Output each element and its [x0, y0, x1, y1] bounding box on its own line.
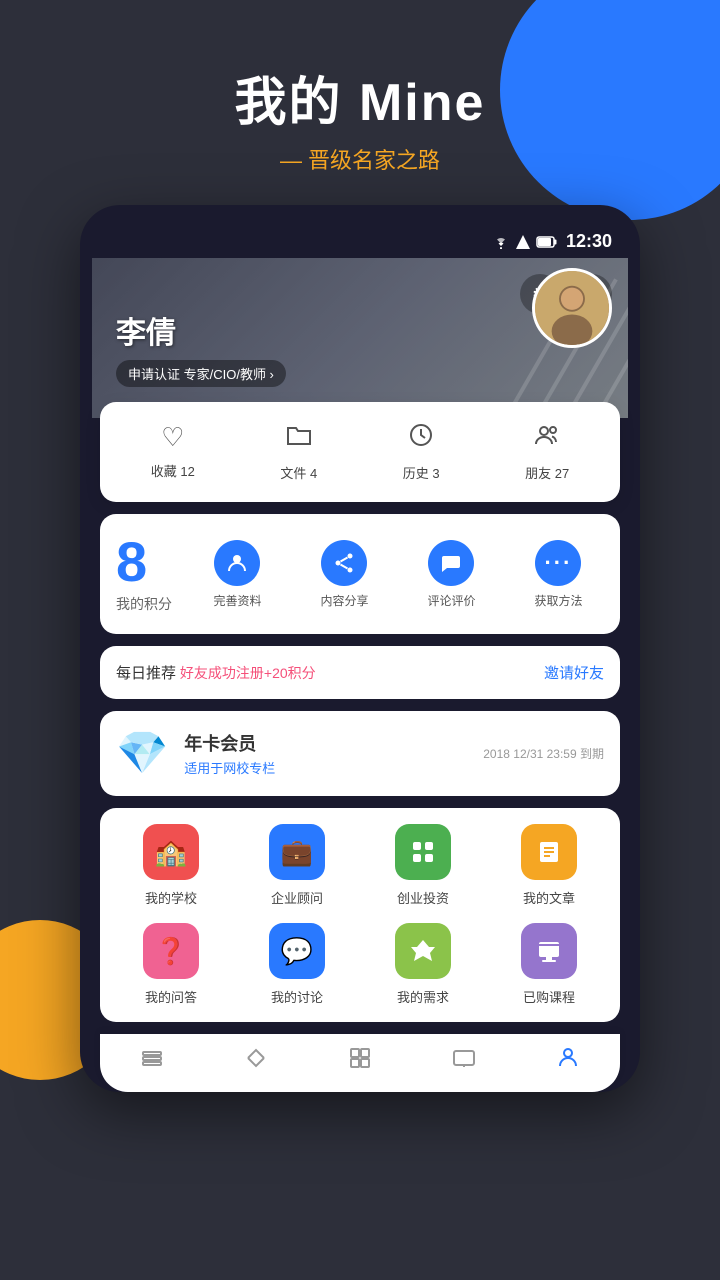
profile-cert-button[interactable]: 申请认证 专家/CIO/教师 › [116, 360, 286, 387]
more-icon: ··· [535, 540, 581, 586]
signal-icon [516, 235, 530, 249]
explore-nav-icon [244, 1046, 268, 1076]
wifi-icon [492, 235, 510, 249]
status-time: 12:30 [566, 231, 612, 252]
membership-expire: 2018 12/31 23:59 到期 [483, 745, 604, 762]
points-card: 8 我的积分 完善资料 [100, 514, 620, 634]
points-row: 8 我的积分 完善资料 [116, 534, 604, 614]
menu-articles[interactable]: 我的文章 [494, 824, 604, 907]
membership-subtitle: 适用于网校专栏 [184, 758, 467, 777]
comment-icon [428, 540, 474, 586]
menu-purchased-courses[interactable]: 已购课程 [494, 923, 604, 1006]
daily-text: 每日推荐 好友成功注册+20积分 [116, 662, 316, 683]
diamond-icon: 💎 [116, 729, 168, 778]
membership-info: 年卡会员 适用于网校专栏 [184, 730, 467, 777]
bottom-navigation [100, 1034, 620, 1092]
stat-friends[interactable]: 朋友 27 [525, 422, 569, 482]
menu-grid: 🏫 我的学校 💼 企业顾问 创业投资 [100, 808, 620, 1022]
stats-card: ♡ 收藏 12 文件 4 历史 3 [100, 402, 620, 502]
action-label-1: 完善资料 [213, 592, 261, 609]
action-complete-profile[interactable]: 完善资料 [213, 540, 261, 609]
menu-label-articles: 我的文章 [523, 888, 575, 907]
stat-history-label: 历史 3 [403, 463, 440, 482]
stat-files[interactable]: 文件 4 [280, 422, 317, 482]
profile-nav-icon [556, 1046, 580, 1076]
clock-icon [408, 422, 434, 455]
qa-icon: ❓ [143, 923, 199, 979]
heart-icon: ♡ [161, 422, 184, 453]
points-label: 我的积分 [116, 594, 172, 614]
membership-card[interactable]: 💎 年卡会员 适用于网校专栏 2018 12/31 23:59 到期 [100, 711, 620, 796]
menu-label-qa: 我的问答 [145, 987, 197, 1006]
stat-favorites[interactable]: ♡ 收藏 12 [151, 422, 195, 482]
menu-label-investment: 创业投资 [397, 888, 449, 907]
menu-my-school[interactable]: 🏫 我的学校 [116, 824, 226, 907]
profile-banner: ⚙ 💬 李倩 申请认证 专家/CIO/教师 › [92, 258, 628, 418]
menu-label-needs: 我的需求 [397, 987, 449, 1006]
menu-consultant[interactable]: 💼 企业顾问 [242, 824, 352, 907]
avatar[interactable] [532, 268, 612, 348]
stat-history[interactable]: 历史 3 [403, 422, 440, 482]
battery-icon [536, 236, 558, 248]
needs-icon [395, 923, 451, 979]
stat-friends-label: 朋友 27 [525, 463, 569, 482]
menu-label-discussion: 我的讨论 [271, 987, 323, 1006]
tv-nav-icon [452, 1046, 476, 1076]
menu-qa[interactable]: ❓ 我的问答 [116, 923, 226, 1006]
points-number: 8 [116, 534, 172, 590]
profile-info: 李倩 申请认证 专家/CIO/教师 › [116, 278, 604, 387]
menu-needs[interactable]: 我的需求 [368, 923, 478, 1006]
menu-investment[interactable]: 创业投资 [368, 824, 478, 907]
points-actions: 完善资料 内容分享 [192, 540, 604, 609]
phone-mockup: 12:30 ⚙ 💬 李倩 申请认证 专家/CIO/教师 › [80, 205, 640, 1092]
page-subtitle: — 晋级名家之路 [0, 143, 720, 175]
page-title: 我的 Mine [0, 60, 720, 135]
action-label-4: 获取方法 [534, 592, 582, 609]
nav-grid[interactable] [348, 1046, 372, 1076]
action-comment[interactable]: 评论评价 [427, 540, 475, 609]
school-icon: 🏫 [143, 824, 199, 880]
points-info: 8 我的积分 [116, 534, 172, 614]
menu-label-consultant: 企业顾问 [271, 888, 323, 907]
menu-discussion[interactable]: 💬 我的讨论 [242, 923, 352, 1006]
stat-files-label: 文件 4 [280, 463, 317, 482]
friends-icon [534, 422, 560, 455]
complete-profile-icon [214, 540, 260, 586]
invite-button[interactable]: 邀请好友 [544, 662, 604, 683]
investment-icon [395, 824, 451, 880]
profile-name: 李倩 [116, 308, 604, 352]
stat-favorites-label: 收藏 12 [151, 461, 195, 480]
share-icon [321, 540, 367, 586]
action-label-3: 评论评价 [427, 592, 475, 609]
action-more[interactable]: ··· 获取方法 [534, 540, 582, 609]
menu-label-school: 我的学校 [145, 888, 197, 907]
folder-icon [286, 422, 312, 455]
articles-icon [521, 824, 577, 880]
daily-recommendation-card: 每日推荐 好友成功注册+20积分 邀请好友 [100, 646, 620, 699]
courses-icon [521, 923, 577, 979]
home-nav-icon [140, 1046, 164, 1076]
page-header: 我的 Mine — 晋级名家之路 [0, 0, 720, 205]
nav-tv[interactable] [452, 1046, 476, 1076]
action-share-content[interactable]: 内容分享 [320, 540, 368, 609]
status-bar: 12:30 [92, 225, 628, 258]
nav-home[interactable] [140, 1046, 164, 1076]
membership-title: 年卡会员 [184, 730, 467, 756]
grid-nav-icon [348, 1046, 372, 1076]
nav-profile[interactable] [556, 1046, 580, 1076]
action-label-2: 内容分享 [320, 592, 368, 609]
discussion-icon: 💬 [269, 923, 325, 979]
status-icons [492, 235, 558, 249]
nav-explore[interactable] [244, 1046, 268, 1076]
consultant-icon: 💼 [269, 824, 325, 880]
daily-highlight: 好友成功注册+20积分 [176, 665, 316, 681]
daily-prefix: 每日推荐 [116, 665, 176, 682]
menu-label-courses: 已购课程 [523, 987, 575, 1006]
